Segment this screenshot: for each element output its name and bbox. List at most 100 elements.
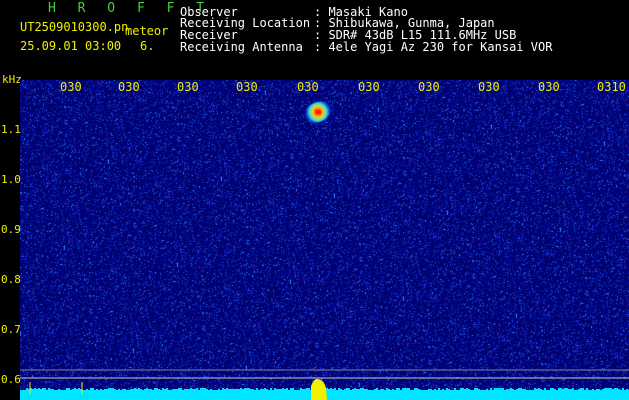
signal-level-segment <box>620 390 622 391</box>
time-tick-label: 030 <box>418 80 440 94</box>
signal-level-segment <box>288 390 290 391</box>
signal-level-segment <box>510 388 512 391</box>
signal-level-segment <box>536 389 538 391</box>
signal-level-segment <box>216 390 218 391</box>
signal-level-segment <box>568 389 570 391</box>
signal-level-segment <box>502 388 504 391</box>
frequency-tick-label: 0.7 <box>1 323 21 336</box>
signal-level-segment <box>22 390 24 391</box>
meteor-level-spike <box>311 378 327 400</box>
time-tick-label: 030 <box>118 80 140 94</box>
signal-level-segment <box>186 389 188 391</box>
signal-level-segment <box>138 388 140 391</box>
frequency-tick-label: 0.6 <box>1 373 21 386</box>
signal-level-segment <box>604 388 606 391</box>
signal-level-segment <box>146 388 148 391</box>
signal-level-segment <box>352 389 354 391</box>
signal-level-segment <box>544 388 546 391</box>
signal-level-segment <box>126 390 128 391</box>
signal-level-segment <box>262 389 264 391</box>
time-tick-label: 030 <box>177 80 199 94</box>
signal-level-segment <box>270 388 272 391</box>
signal-level-segment <box>154 388 156 391</box>
signal-level-segment <box>504 390 506 391</box>
signal-level-segment <box>206 389 208 391</box>
signal-level-segment <box>210 389 212 391</box>
signal-level-segment <box>498 388 500 391</box>
signal-level-segment <box>230 389 232 391</box>
signal-level-segment <box>546 390 548 391</box>
signal-level-segment <box>254 390 256 391</box>
signal-level-segment <box>208 390 210 391</box>
signal-level-segment <box>290 388 292 391</box>
signal-level-segment <box>526 390 528 391</box>
signal-level-segment <box>482 390 484 391</box>
signal-level-segment <box>256 388 258 391</box>
signal-level-segment <box>446 388 448 391</box>
signal-level-segment <box>296 390 298 391</box>
signal-level-segment <box>54 390 56 391</box>
signal-level-segment <box>72 389 74 391</box>
signal-level-segment <box>420 390 422 391</box>
signal-level-segment <box>68 388 70 391</box>
signal-level-segment <box>522 389 524 391</box>
signal-level-segment <box>478 389 480 391</box>
signal-level-segment <box>500 388 502 391</box>
signal-level-segment <box>326 388 328 391</box>
signal-level-segment <box>100 389 102 391</box>
signal-level-segment <box>344 389 346 391</box>
signal-level-segment <box>448 389 450 391</box>
signal-level-segment <box>224 389 226 391</box>
signal-level-segment <box>244 388 246 391</box>
signal-level-segment <box>512 389 514 391</box>
signal-level-segment <box>36 389 38 391</box>
signal-level-segment <box>98 390 100 391</box>
signal-level-segment <box>614 388 616 391</box>
signal-level-segment <box>474 388 476 391</box>
signal-level-segment <box>494 388 496 391</box>
signal-level-segment <box>140 389 142 391</box>
signal-level-segment <box>114 389 116 391</box>
signal-level-segment <box>378 390 380 391</box>
signal-level-segment <box>518 388 520 391</box>
signal-level-segment <box>44 388 46 391</box>
signal-level-segment <box>444 390 446 391</box>
signal-level-segment <box>84 390 86 391</box>
signal-level-segment <box>268 390 270 391</box>
signal-level-segment <box>464 389 466 391</box>
signal-level-segment <box>450 390 452 391</box>
signal-level-segment <box>308 388 310 391</box>
signal-level-segment <box>142 390 144 391</box>
signal-level-segment <box>78 388 80 391</box>
signal-level-segment <box>148 389 150 391</box>
signal-level-segment <box>396 388 398 391</box>
signal-level-segment <box>64 390 66 391</box>
signal-level-segment <box>608 388 610 391</box>
signal-level-segment <box>490 388 492 391</box>
signal-level-segment <box>576 390 578 391</box>
signal-level-segment <box>336 390 338 391</box>
signal-level-segment <box>458 390 460 391</box>
signal-level-segment <box>354 388 356 391</box>
signal-level-segment <box>38 388 40 391</box>
signal-level-segment <box>32 389 34 391</box>
signal-level-segment <box>574 390 576 391</box>
signal-level-segment <box>338 388 340 391</box>
signal-level-segment <box>198 390 200 391</box>
signal-level-segment <box>236 389 238 391</box>
signal-level-segment <box>166 388 168 391</box>
signal-level-segment <box>414 388 416 391</box>
signal-level-segment <box>556 390 558 391</box>
signal-level-segment <box>562 389 564 391</box>
signal-level-segment <box>514 390 516 391</box>
signal-level-segment <box>626 389 628 391</box>
signal-level-segment <box>250 389 252 391</box>
signal-level-segment <box>88 390 90 391</box>
signal-level-segment <box>402 388 404 391</box>
signal-level-segment <box>174 389 176 391</box>
signal-level-segment <box>134 388 136 391</box>
signal-level-segment <box>106 389 108 391</box>
signal-level-segment <box>358 389 360 391</box>
signal-level-segment <box>20 390 22 391</box>
signal-level-segment <box>468 389 470 391</box>
